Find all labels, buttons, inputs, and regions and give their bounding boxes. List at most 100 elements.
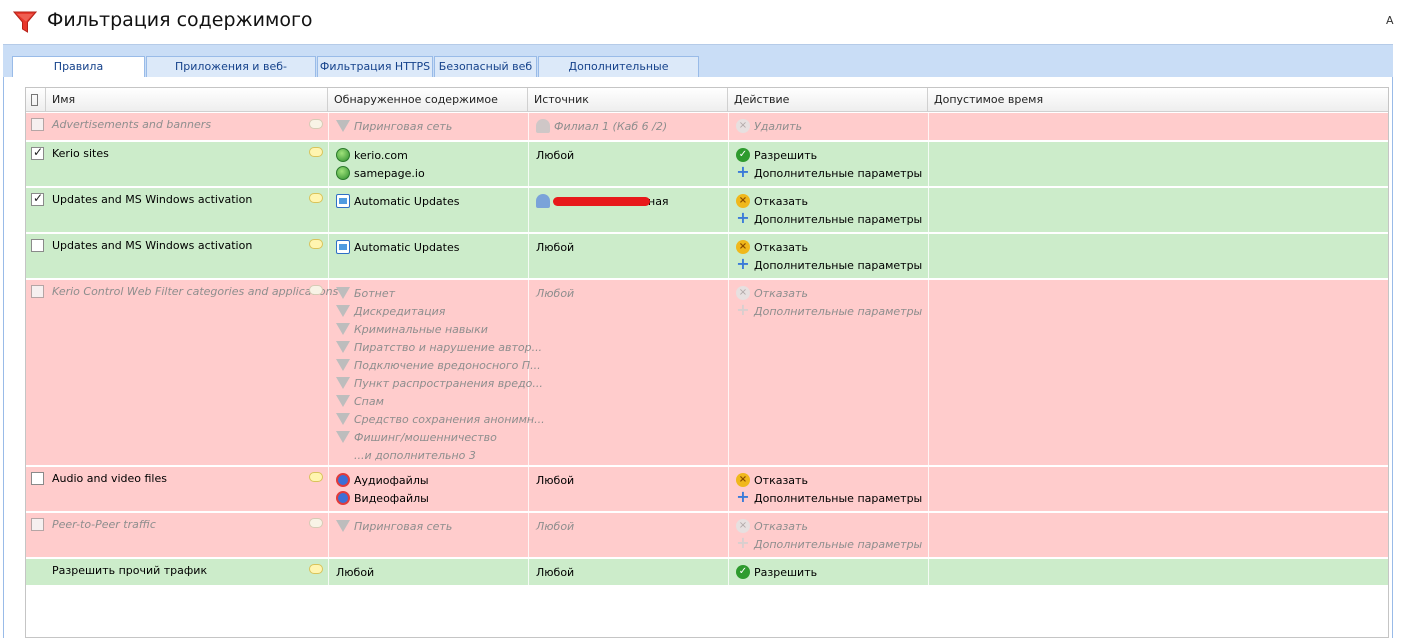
media-icon xyxy=(336,473,350,487)
rule-enabled-checkbox[interactable] xyxy=(31,472,44,485)
rule-enabled-checkbox[interactable] xyxy=(31,285,44,298)
table-row[interactable]: Peer-to-Peer traffic Пиринговая сеть Люб… xyxy=(26,513,1388,559)
plus-icon: + xyxy=(736,300,750,319)
table-row[interactable]: Advertisements and banners Пиринговая се… xyxy=(26,113,1388,142)
detected-item: Спам xyxy=(336,394,384,412)
action-item[interactable]: × Удалить xyxy=(736,119,802,137)
plus-icon: + xyxy=(736,487,750,506)
comment-icon[interactable] xyxy=(309,472,323,482)
check-icon: ✓ xyxy=(736,148,750,162)
rule-name: Kerio Control Web Filter categories and … xyxy=(52,285,339,298)
grid-header: Имя Обнаруженное содержимое Источник Дей… xyxy=(26,88,1388,112)
source-item: Любой xyxy=(536,520,575,533)
rules-grid: Имя Обнаруженное содержимое Источник Дей… xyxy=(25,87,1389,638)
plus-icon: + xyxy=(736,533,750,552)
tab-strip: Правила содержимого Приложения и веб-кат… xyxy=(3,44,1393,93)
tab-apps-web-categories[interactable]: Приложения и веб-категории xyxy=(146,56,316,93)
detected-item: Пункт распространения вредо... xyxy=(336,376,543,394)
detected-item: Пиринговая сеть xyxy=(336,119,452,137)
rule-name: Peer-to-Peer traffic xyxy=(52,518,156,531)
deny-icon: × xyxy=(736,240,750,254)
comment-icon[interactable] xyxy=(309,119,323,129)
user-icon xyxy=(536,119,550,133)
rule-enabled-checkbox[interactable] xyxy=(31,118,44,131)
select-all-column[interactable] xyxy=(26,88,46,112)
detected-item: Ботнет xyxy=(336,286,395,304)
more-options-link[interactable]: + Дополнительные параметры xyxy=(736,162,922,184)
comment-icon[interactable] xyxy=(309,564,323,574)
more-options-link[interactable]: + Дополнительные параметры xyxy=(736,487,922,509)
tab-panel: Имя Обнаруженное содержимое Источник Дей… xyxy=(3,77,1393,638)
table-row[interactable]: Updates and MS Windows activation Automa… xyxy=(26,188,1388,234)
comment-icon[interactable] xyxy=(309,285,323,295)
table-row[interactable]: Разрешить прочий трафик Любой Любой ✓ Раз… xyxy=(26,559,1388,587)
table-row[interactable]: Kerio Control Web Filter categories and … xyxy=(26,280,1388,467)
detected-item: Пиратство и нарушение автор... xyxy=(336,340,542,358)
tab-https-filtering[interactable]: Фильтрация HTTPS xyxy=(317,56,433,78)
detected-item: Automatic Updates xyxy=(336,194,459,212)
comment-icon[interactable] xyxy=(309,193,323,203)
rule-name: Разрешить прочий трафик xyxy=(52,564,208,577)
rule-name: Advertisements and banners xyxy=(52,118,212,131)
funnel-icon xyxy=(336,359,350,371)
more-categories-link[interactable]: ...и дополнительно 3 xyxy=(354,448,476,466)
plus-icon: + xyxy=(736,162,750,181)
detected-item: Фишинг/мошенничество xyxy=(336,430,497,448)
tab-content-rules[interactable]: Правила содержимого xyxy=(12,56,145,93)
table-row[interactable]: Updates and MS Windows activation Automa… xyxy=(26,234,1388,280)
detected-item: kerio.com xyxy=(336,148,408,166)
detected-item: Аудиофайлы xyxy=(336,473,429,491)
deny-icon: × xyxy=(736,473,750,487)
funnel-icon xyxy=(336,287,350,299)
checkbox-column-icon xyxy=(31,94,38,106)
rule-name: Updates and MS Windows activation xyxy=(52,193,253,206)
funnel-icon xyxy=(336,120,350,132)
more-options-link[interactable]: + Дополнительные параметры xyxy=(736,300,922,322)
detected-item: Пиринговая сеть xyxy=(336,519,452,537)
source-item: Филиал 1 (Каб 6 /2) xyxy=(536,119,667,137)
corner-label: A xyxy=(1386,14,1394,27)
funnel-icon xyxy=(336,413,350,425)
comment-icon[interactable] xyxy=(309,239,323,249)
more-options-link[interactable]: + Дополнительные параметры xyxy=(736,256,922,276)
table-row[interactable]: Kerio sites kerio.com samepage.io Любой … xyxy=(26,142,1388,188)
comment-icon[interactable] xyxy=(309,518,323,528)
rule-enabled-checkbox[interactable] xyxy=(31,518,44,531)
rule-enabled-checkbox[interactable] xyxy=(31,145,44,160)
source-item: Любой xyxy=(536,566,575,579)
tab-advanced-settings[interactable]: Дополнительные настройки xyxy=(538,56,699,93)
tab-safe-web[interactable]: Безопасный веб xyxy=(434,56,537,78)
detected-item: Дискредитация xyxy=(336,304,445,322)
rule-name: Kerio sites xyxy=(52,147,109,160)
action-item[interactable]: ✓ Разрешить xyxy=(736,565,817,583)
funnel-icon xyxy=(336,520,350,532)
comment-icon[interactable] xyxy=(309,147,323,157)
check-icon: ✓ xyxy=(736,565,750,579)
rule-name: Updates and MS Windows activation xyxy=(52,239,253,252)
page-title: Фильтрация содержимого xyxy=(47,9,313,31)
rule-enabled-checkbox[interactable] xyxy=(31,191,44,206)
detected-item: samepage.io xyxy=(336,166,425,184)
detected-item: Automatic Updates xyxy=(336,240,459,258)
source-item: Любой xyxy=(536,241,575,254)
column-detected-content[interactable]: Обнаруженное содержимое xyxy=(328,88,528,112)
deny-icon: × xyxy=(736,519,750,533)
column-action[interactable]: Действие xyxy=(728,88,928,112)
funnel-icon xyxy=(336,323,350,335)
rule-name: Audio and video files xyxy=(52,472,167,485)
column-name[interactable]: Имя xyxy=(46,88,328,112)
detected-item: Криминальные навыки xyxy=(336,322,488,340)
column-source[interactable]: Источник xyxy=(528,88,728,112)
application-icon xyxy=(336,194,350,208)
plus-icon: + xyxy=(736,208,750,227)
more-options-link[interactable]: + Дополнительные параметры xyxy=(736,208,922,230)
detected-item: Любой xyxy=(336,566,375,579)
table-row[interactable]: Audio and video files Аудиофайлы Видеофа… xyxy=(26,467,1388,513)
user-icon xyxy=(536,194,550,208)
source-item: Любой xyxy=(536,149,575,162)
funnel-icon xyxy=(336,341,350,353)
more-options-link[interactable]: + Дополнительные параметры xyxy=(736,533,922,555)
rule-enabled-checkbox[interactable] xyxy=(31,239,44,252)
column-allowed-time[interactable]: Допустимое время xyxy=(928,88,1388,112)
globe-icon xyxy=(336,148,350,162)
